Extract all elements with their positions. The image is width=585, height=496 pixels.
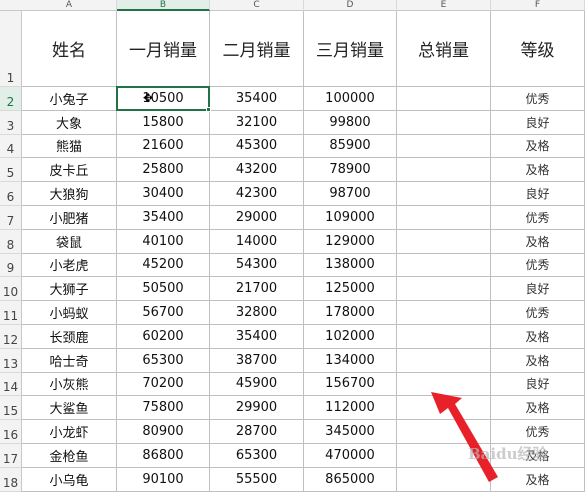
arrow-icon	[431, 392, 498, 482]
spreadsheet-grid[interactable]: ABCDEF 1 姓名 一月销量 二月销量 三月销量 总销量 等级 2 小兔子 10500 3540…	[0, 0, 585, 496]
red-arrow-annotation	[431, 392, 498, 482]
watermark-logo: Baidu经验	[468, 445, 548, 463]
